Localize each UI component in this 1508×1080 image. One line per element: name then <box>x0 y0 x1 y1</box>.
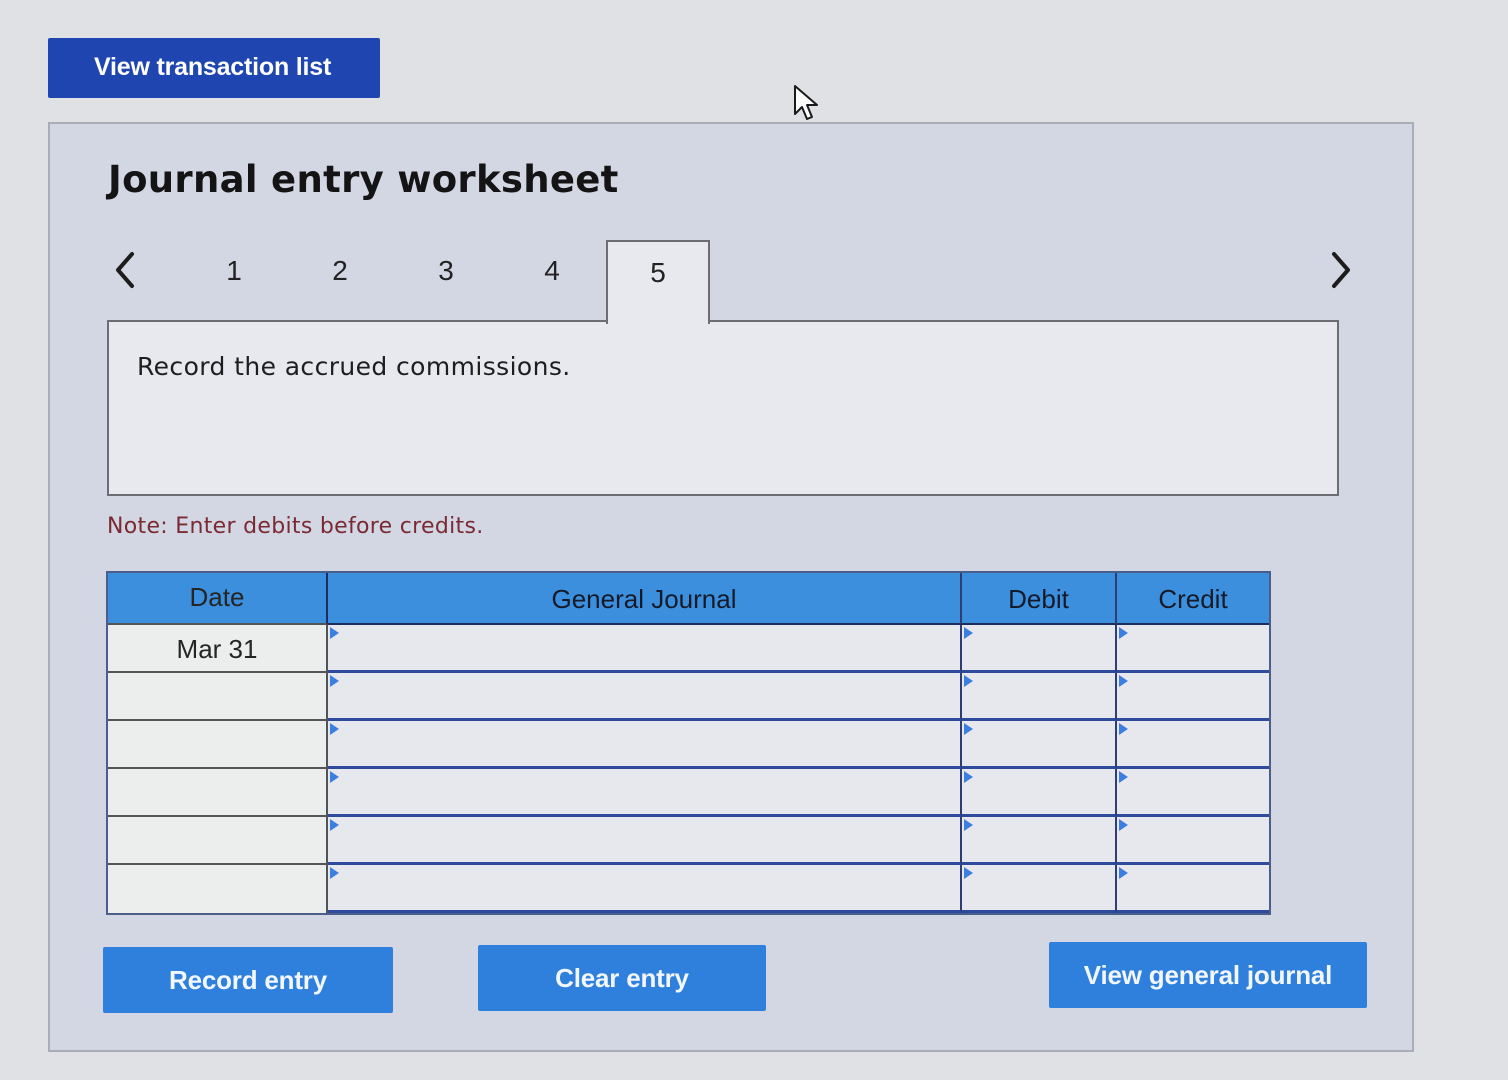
record-entry-button[interactable]: Record entry <box>103 947 393 1013</box>
view-transaction-list-button[interactable]: View transaction list <box>48 38 380 98</box>
chevron-left-icon[interactable] <box>108 248 142 292</box>
tab-5[interactable]: 5 <box>606 240 710 324</box>
credit-input[interactable] <box>1117 721 1269 769</box>
credit-input[interactable] <box>1117 817 1269 865</box>
tab-4[interactable]: 4 <box>500 240 604 320</box>
account-input[interactable] <box>328 817 962 865</box>
debit-input[interactable] <box>962 625 1117 673</box>
table-row: Mar 31 <box>108 625 1269 673</box>
header-debit: Debit <box>962 573 1117 625</box>
mouse-pointer-icon <box>794 85 818 120</box>
account-input[interactable] <box>328 625 962 673</box>
account-input[interactable] <box>328 865 962 913</box>
credit-input[interactable] <box>1117 865 1269 913</box>
account-input[interactable] <box>328 673 962 721</box>
date-cell <box>108 673 328 721</box>
debit-input[interactable] <box>962 673 1117 721</box>
prompt-text: Record the accrued commissions. <box>137 352 571 381</box>
credit-input[interactable] <box>1117 625 1269 673</box>
worksheet-title: Journal entry worksheet <box>108 158 619 201</box>
clear-entry-button[interactable]: Clear entry <box>478 945 766 1011</box>
table-row <box>108 721 1269 769</box>
table-row <box>108 769 1269 817</box>
credit-input[interactable] <box>1117 673 1269 721</box>
header-general-journal: General Journal <box>328 573 962 625</box>
tab-1[interactable]: 1 <box>182 240 286 320</box>
note-text: Note: Enter debits before credits. <box>107 514 484 539</box>
header-credit: Credit <box>1117 573 1269 625</box>
header-date: Date <box>108 573 328 625</box>
table-header-row: Date General Journal Debit Credit <box>108 573 1269 625</box>
tab-2[interactable]: 2 <box>288 240 392 320</box>
date-cell <box>108 865 328 913</box>
date-cell <box>108 721 328 769</box>
credit-input[interactable] <box>1117 769 1269 817</box>
debit-input[interactable] <box>962 865 1117 913</box>
table-row <box>108 865 1269 913</box>
debit-input[interactable] <box>962 817 1117 865</box>
journal-table: Date General Journal Debit Credit Mar 31 <box>106 571 1271 915</box>
view-general-journal-button[interactable]: View general journal <box>1049 942 1367 1008</box>
debit-input[interactable] <box>962 769 1117 817</box>
debit-input[interactable] <box>962 721 1117 769</box>
tab-3[interactable]: 3 <box>394 240 498 320</box>
table-row <box>108 673 1269 721</box>
table-row <box>108 817 1269 865</box>
prompt-box: Record the accrued commissions. <box>107 320 1339 496</box>
chevron-right-icon[interactable] <box>1324 248 1358 292</box>
account-input[interactable] <box>328 721 962 769</box>
account-input[interactable] <box>328 769 962 817</box>
date-cell <box>108 817 328 865</box>
date-cell: Mar 31 <box>108 625 328 673</box>
date-cell <box>108 769 328 817</box>
